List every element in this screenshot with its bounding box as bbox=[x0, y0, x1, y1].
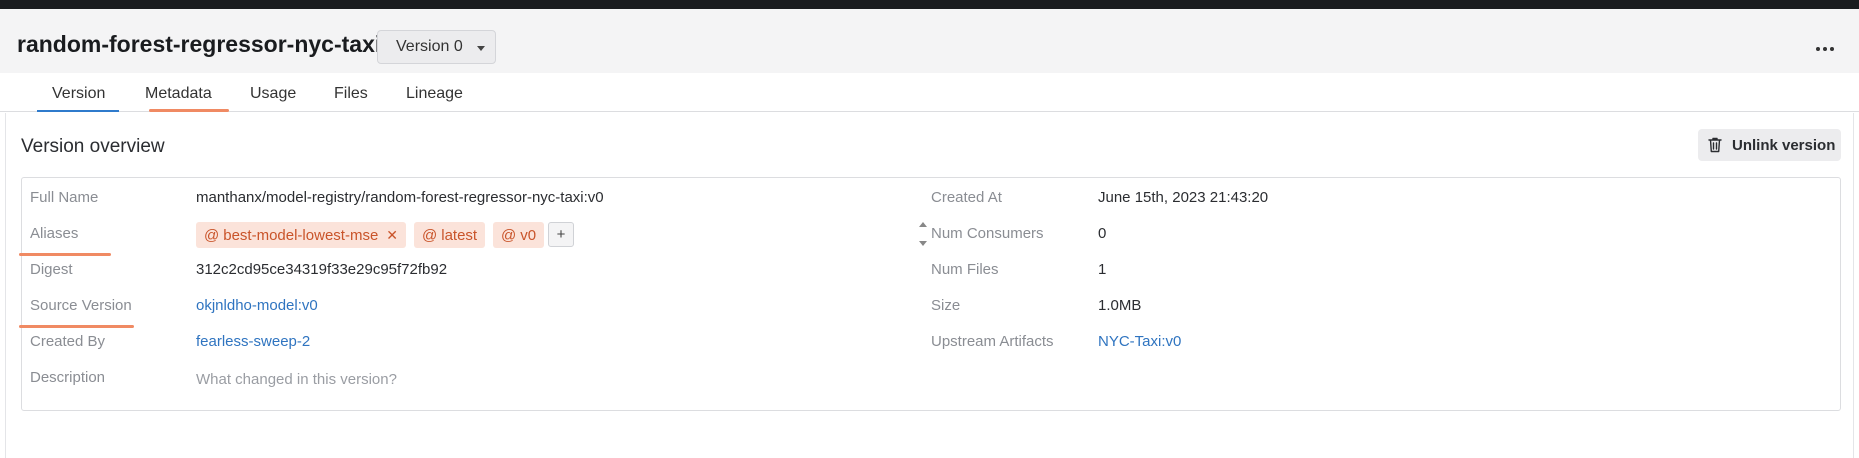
page-title: random-forest-regressor-nyc-taxi bbox=[17, 31, 382, 57]
stepper-icon[interactable] bbox=[917, 222, 929, 246]
close-icon[interactable]: ✕ bbox=[386, 227, 398, 244]
full-name-value: manthanx/model-registry/random-forest-re… bbox=[196, 189, 604, 206]
description-label: Description bbox=[30, 369, 106, 386]
tab-metadata[interactable]: Metadata bbox=[145, 85, 212, 103]
annotation-underline-metadata bbox=[149, 109, 229, 112]
upstream-artifacts-label: Upstream Artifacts bbox=[931, 333, 1054, 350]
at-icon: @ bbox=[204, 226, 220, 244]
created-at-label: Created At bbox=[931, 189, 1002, 206]
tab-bar: Version Metadata Usage Files Lineage bbox=[0, 73, 1859, 112]
unlink-version-button[interactable]: Unlink version bbox=[1698, 129, 1841, 161]
annotation-underline-aliases bbox=[19, 253, 111, 256]
size-value: 1.0MB bbox=[1098, 297, 1142, 314]
unlink-version-label: Unlink version bbox=[1732, 136, 1836, 154]
annotation-underline-source-version bbox=[19, 325, 134, 328]
digest-label: Digest bbox=[30, 261, 73, 278]
at-icon: @ bbox=[501, 226, 517, 244]
more-horizontal-icon bbox=[1816, 47, 1820, 51]
top-bar bbox=[0, 0, 1859, 9]
page-header: random-forest-regressor-nyc-taxi Version… bbox=[0, 9, 1859, 73]
alias-chip[interactable]: @ latest bbox=[414, 222, 486, 248]
tab-lineage[interactable]: Lineage bbox=[406, 85, 463, 103]
active-tab-indicator bbox=[37, 110, 119, 112]
tab-version[interactable]: Version bbox=[52, 85, 105, 103]
num-files-value: 1 bbox=[1098, 261, 1107, 278]
alias-chip-label: latest bbox=[441, 226, 478, 244]
size-label: Size bbox=[931, 297, 961, 314]
section-title: Version overview bbox=[21, 136, 165, 157]
digest-value: 312c2cd95ce34319f33e29c95f72fb92 bbox=[196, 261, 448, 278]
alias-chip[interactable]: @ best-model-lowest-mse ✕ bbox=[196, 222, 407, 248]
upstream-artifact-link[interactable]: NYC-Taxi:v0 bbox=[1098, 333, 1181, 350]
chevron-down-icon bbox=[476, 45, 485, 51]
trash-icon bbox=[1708, 137, 1722, 153]
version-select[interactable]: Version 0 bbox=[377, 30, 496, 64]
version-select-label: Version 0 bbox=[396, 38, 463, 55]
add-alias-button[interactable]: + bbox=[548, 222, 574, 247]
created-by-label: Created By bbox=[30, 333, 106, 350]
more-options-button[interactable] bbox=[1808, 39, 1842, 59]
created-at-value: June 15th, 2023 21:43:20 bbox=[1098, 189, 1269, 206]
at-icon: @ bbox=[422, 226, 438, 244]
full-name-label: Full Name bbox=[30, 189, 99, 206]
num-files-label: Num Files bbox=[931, 261, 999, 278]
plus-icon: + bbox=[556, 226, 566, 243]
created-by-link[interactable]: fearless-sweep-2 bbox=[196, 333, 310, 350]
source-version-link[interactable]: okjnldho-model:v0 bbox=[196, 297, 318, 314]
tab-usage[interactable]: Usage bbox=[250, 85, 296, 103]
aliases-label: Aliases bbox=[30, 225, 79, 242]
alias-chip[interactable]: @ v0 bbox=[493, 222, 545, 248]
alias-chip-label: v0 bbox=[520, 226, 537, 244]
tab-files[interactable]: Files bbox=[334, 85, 368, 103]
description-input[interactable]: What changed in this version? bbox=[196, 371, 397, 388]
alias-chip-label: best-model-lowest-mse bbox=[223, 226, 379, 244]
num-consumers-label: Num Consumers bbox=[931, 225, 1044, 242]
source-version-label: Source Version bbox=[30, 297, 132, 314]
num-consumers-value: 0 bbox=[1098, 225, 1107, 242]
